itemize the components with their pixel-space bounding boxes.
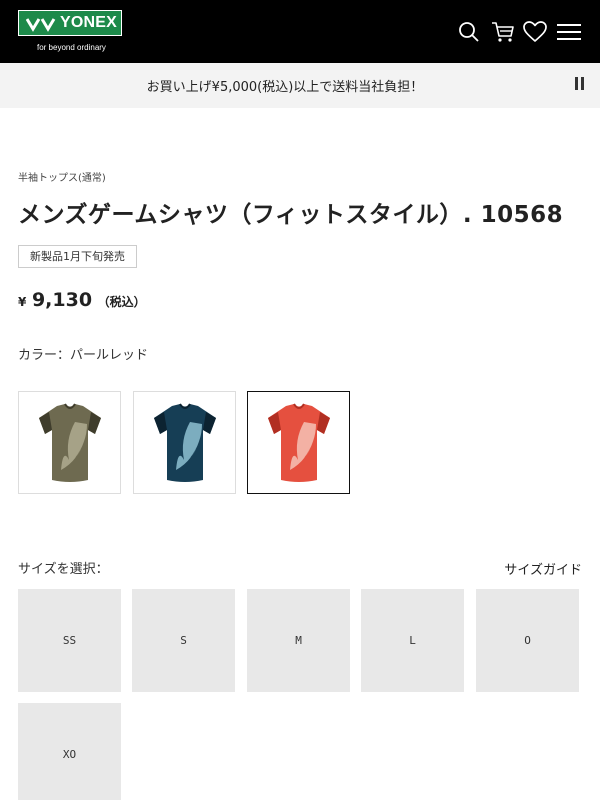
product-price: ¥ 9,130 （税込） [18,289,146,311]
release-badge: 新製品1月下旬発売 [18,245,137,268]
size-button-l[interactable]: L [361,589,464,692]
search-icon[interactable] [456,19,482,45]
logo-tagline: for beyond ordinary [37,43,106,52]
product-category: 半袖トップス(通常) [18,173,106,184]
pause-icon[interactable] [575,77,585,90]
shirt-image [39,403,101,482]
size-button-xo[interactable]: XO [18,703,121,800]
announcement-banner: お買い上げ¥5,000(税込)以上で送料当社負担！ [0,63,600,108]
size-button-ss[interactable]: SS [18,589,121,692]
cart-icon[interactable] [490,19,516,45]
heart-icon[interactable] [522,19,548,45]
site-header: YONEX for beyond ordinary [0,0,600,63]
color-swatch-olive[interactable] [18,391,121,494]
shirt-image [268,403,330,482]
size-button-o[interactable]: O [476,589,579,692]
menu-icon[interactable] [556,19,582,45]
price-amount: 9,130 [31,289,93,311]
shirt-image [154,403,216,482]
color-swatch-navy-teal[interactable] [133,391,236,494]
color-swatch-pearl-red[interactable] [247,391,350,494]
size-button-m[interactable]: M [247,589,350,692]
banner-text: お買い上げ¥5,000(税込)以上で送料当社負担！ [146,80,424,95]
size-button-s[interactable]: S [132,589,235,692]
size-label: サイズを選択： [18,562,109,577]
product-title: メンズゲームシャツ（フィットスタイル）. 10568 [18,202,564,228]
price-tax-label: （税込） [97,295,146,309]
size-guide-link[interactable]: サイズガイド [504,559,582,578]
logo-badge: YONEX [18,10,122,36]
logo-mark-icon [26,18,56,32]
yonex-logo[interactable]: YONEX for beyond ordinary [18,10,122,56]
price-currency: ¥ [18,295,27,309]
color-label: カラー：パールレッド [18,348,149,363]
logo-text: YONEX [60,14,118,31]
